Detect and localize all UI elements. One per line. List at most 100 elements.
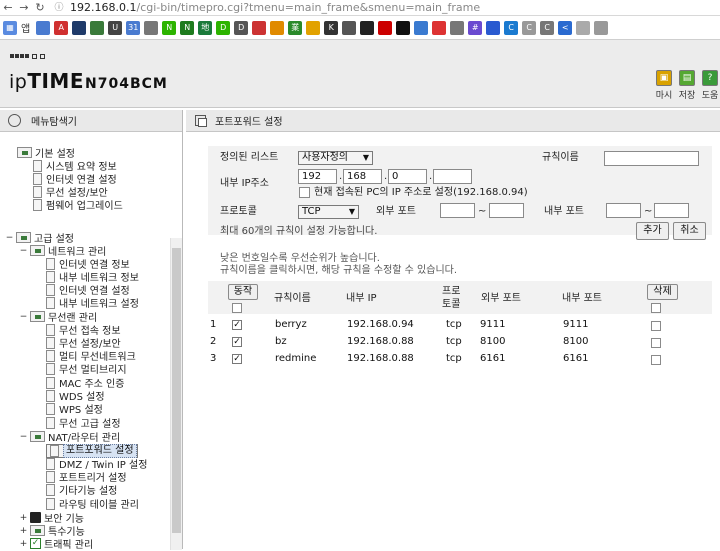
external-port-end[interactable] (489, 203, 524, 218)
page-icon (46, 470, 55, 483)
tree-item-misc[interactable]: 기타기능 설정 (46, 483, 117, 497)
apps-grid-icon[interactable]: ▦ (3, 20, 17, 35)
d-icon[interactable]: D (234, 20, 249, 35)
x-icon[interactable] (486, 20, 501, 35)
row-delete-checkbox[interactable] (651, 321, 661, 331)
expand-icon[interactable]: + (19, 513, 28, 523)
external-port-start[interactable] (440, 203, 475, 218)
row-enabled-checkbox[interactable]: ✓ (232, 354, 242, 364)
port-forward-title: 포트포워드 설정 (215, 117, 283, 128)
n-dark-icon[interactable]: N (180, 20, 195, 35)
select-all-enabled-checkbox[interactable] (232, 303, 242, 313)
chrome-icon[interactable] (414, 20, 429, 35)
row-delete-checkbox[interactable] (651, 355, 661, 365)
dark-bookmark-icon[interactable] (72, 20, 87, 35)
save-button[interactable]: ▤ 저장 (677, 70, 697, 101)
expand-icon[interactable]: + (19, 539, 28, 549)
tree-item-multi-bridge[interactable]: 무선 멀티브리지 (46, 362, 127, 376)
dict-icon[interactable]: D (216, 20, 231, 35)
preset-select[interactable]: 사용자정의 ▼ (298, 151, 373, 165)
row-number: 1 (210, 319, 217, 330)
select-all-delete-checkbox[interactable] (651, 303, 661, 313)
black-dot-icon[interactable] (396, 20, 411, 35)
port-forward-panel: 포트포워드 설정 정의된 리스트 사용자정의 ▼ 규칙이름 내부 IP주소 192… (186, 110, 720, 549)
external-port-tilde: ~ (478, 206, 487, 217)
row-rule-name[interactable]: redmine (275, 352, 316, 366)
tree-nat-manage[interactable]: − NAT/라우터 관리 (19, 430, 120, 444)
folder-icon (30, 525, 45, 536)
grid-icon[interactable] (450, 20, 465, 35)
tree-item-firmware[interactable]: 펌웨어 업그레이드 (33, 198, 123, 212)
collapse-icon[interactable]: − (19, 312, 28, 322)
back-arrow-icon[interactable]: ← (0, 0, 16, 16)
github-icon[interactable] (360, 20, 375, 35)
row-rule-name[interactable]: berryz (275, 318, 307, 332)
c-blue-icon[interactable]: C (504, 20, 519, 35)
collapse-icon[interactable]: − (5, 233, 14, 243)
info-icon[interactable]: ⓘ (52, 0, 66, 16)
red-a-icon[interactable]: A (54, 20, 69, 35)
check-icon[interactable] (90, 20, 105, 35)
action-toggle-button[interactable]: 동작 (228, 284, 258, 300)
tree-item-routing-table[interactable]: 라우팅 테이블 관리 (46, 497, 139, 511)
row-external-port: 8100 (480, 336, 506, 347)
row-rule-name[interactable]: bz (275, 335, 287, 349)
n-icon[interactable]: N (162, 20, 177, 35)
row-internal-ip: 192.168.0.94 (347, 319, 414, 330)
collapse-icon[interactable]: − (19, 246, 28, 256)
protocol-select[interactable]: TCP ▼ (298, 205, 359, 219)
row-enabled-checkbox[interactable]: ✓ (232, 320, 242, 330)
ring-icon[interactable] (342, 20, 357, 35)
calendar-icon[interactable]: 31 (126, 20, 141, 35)
collapse-icon[interactable]: − (19, 432, 28, 442)
menu-explorer: 메뉴탐색기 기본 설정 시스템 요약 정보 인터넷 연결 설정 무선 설정/보안… (0, 110, 183, 551)
sun-icon[interactable] (270, 20, 285, 35)
internal-port-end[interactable] (654, 203, 689, 218)
tree-item-wireless-advanced[interactable]: 무선 고급 설정 (46, 416, 121, 430)
page-icon (46, 376, 55, 389)
w-icon[interactable] (252, 20, 267, 35)
red-dot-icon[interactable] (378, 20, 393, 35)
address-bar[interactable]: 192.168.0.1/cgi-bin/timepro.cgi?tmenu=ma… (70, 0, 480, 16)
file-icon[interactable] (576, 20, 591, 35)
row-enabled-checkbox[interactable]: ✓ (232, 337, 242, 347)
mail-icon[interactable] (432, 20, 447, 35)
u-icon[interactable]: U (108, 20, 123, 35)
globe-icon[interactable] (144, 20, 159, 35)
col-protocol-line2: 토콜 (442, 299, 461, 310)
reload-icon[interactable]: ↻ (32, 0, 48, 16)
monitor-button[interactable]: ▣ 마시 (654, 70, 674, 101)
tree-label: 무선 고급 설정 (59, 419, 121, 430)
leaf-icon[interactable]: 業 (288, 20, 303, 35)
menu-scrollbar[interactable] (170, 238, 182, 550)
delete-button[interactable]: 삭제 (647, 284, 678, 300)
tree-item-wps[interactable]: WPS 설정 (46, 402, 103, 416)
row-delete-checkbox[interactable] (651, 338, 661, 348)
apps-label[interactable]: 앱 (21, 20, 30, 35)
c-gray-icon[interactable]: C (522, 20, 537, 35)
ip-octet-3[interactable]: 0 (388, 169, 427, 184)
use-current-ip-checkbox[interactable] (299, 187, 310, 198)
internal-port-start[interactable] (606, 203, 641, 218)
menu-scrollbar-thumb[interactable] (172, 248, 181, 533)
external-port-label: 외부 포트 (376, 206, 416, 217)
ip-octet-4[interactable] (433, 169, 472, 184)
tree-traffic[interactable]: + ✓ 트래픽 관리 (19, 537, 93, 551)
forward-arrow-icon[interactable]: → (16, 0, 32, 16)
expand-icon[interactable]: + (19, 526, 28, 536)
hash-icon[interactable]: # (468, 20, 483, 35)
ip-octet-2[interactable]: 168 (343, 169, 382, 184)
apps-icon[interactable] (36, 20, 51, 35)
c-icon[interactable]: C (540, 20, 555, 35)
add-button[interactable]: 추가 (636, 222, 669, 240)
help-button[interactable]: ? 도움 (700, 70, 720, 101)
tree-item-lan-config[interactable]: 내부 네트워크 설정 (46, 296, 139, 310)
cancel-button[interactable]: 취소 (673, 222, 706, 240)
rule-name-input[interactable] (604, 151, 699, 166)
map-icon[interactable]: 地 (198, 20, 213, 35)
code-icon[interactable]: < (558, 20, 573, 35)
ip-octet-1[interactable]: 192 (298, 169, 337, 184)
k-icon[interactable]: K (324, 20, 339, 35)
drive-icon[interactable] (306, 20, 321, 35)
file2-icon[interactable] (594, 20, 609, 35)
